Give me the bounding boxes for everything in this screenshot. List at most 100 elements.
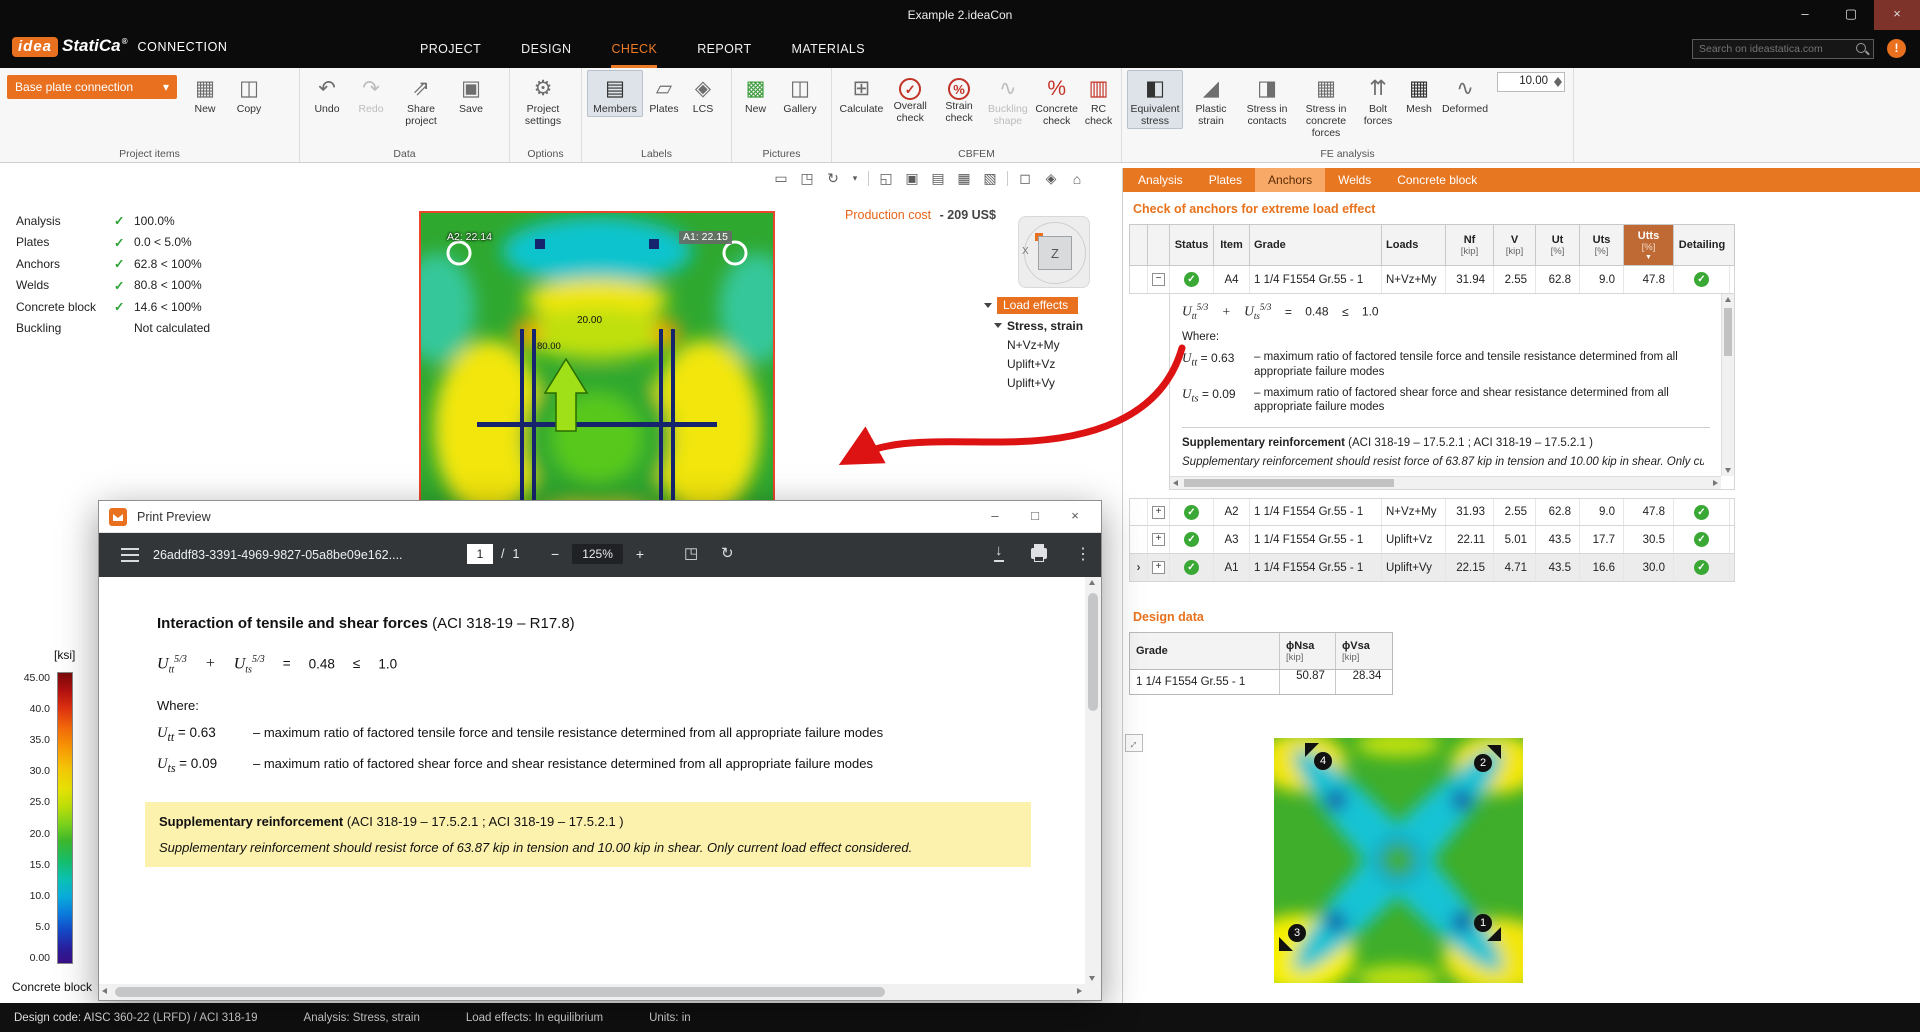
close-button[interactable]: × xyxy=(1055,501,1095,532)
minimize-button[interactable]: – xyxy=(1782,0,1828,30)
clipboard-icon[interactable]: ▧ xyxy=(981,170,999,187)
chevron-down-icon[interactable]: ▾ xyxy=(850,173,860,184)
strain-check-button[interactable]: %Strain check xyxy=(935,70,984,126)
expand-row-button[interactable]: + xyxy=(1152,561,1165,574)
mesh-button[interactable]: ▦Mesh xyxy=(1399,70,1439,117)
scrollbar-thumb[interactable] xyxy=(1184,479,1394,487)
home-view-icon[interactable]: ⌂ xyxy=(1068,171,1086,187)
bolt-forces-button[interactable]: ⇈Bolt forces xyxy=(1357,70,1399,129)
copy-item-button[interactable]: ◫Copy xyxy=(227,70,271,117)
lcs-icon[interactable]: ◈ xyxy=(1042,170,1060,187)
overall-check-button[interactable]: ✓Overall check xyxy=(886,70,935,126)
cube-face-z[interactable]: Z xyxy=(1038,236,1072,270)
expand-row-button[interactable]: + xyxy=(1152,506,1165,519)
menu-icon[interactable] xyxy=(121,548,139,562)
sorted-column-header[interactable]: Utts[%]▼ xyxy=(1624,225,1674,265)
detail-vertical-scrollbar[interactable] xyxy=(1721,294,1734,476)
print-preview-window[interactable]: Print Preview – □ × 26addf83-3391-4969-9… xyxy=(98,500,1102,1001)
scroll-down-icon[interactable] xyxy=(1089,976,1095,981)
gallery-button[interactable]: ◫Gallery xyxy=(774,70,826,117)
concrete-stress-plot[interactable]: 4 2 3 1 xyxy=(1274,738,1523,983)
rotate-icon[interactable]: ↻ xyxy=(721,544,734,562)
page-number-input[interactable] xyxy=(467,544,493,564)
save-button[interactable]: ▣Save xyxy=(449,70,493,117)
tab-concrete-block[interactable]: Concrete block xyxy=(1384,168,1490,192)
menu-tab-check[interactable]: CHECK xyxy=(611,30,657,68)
expand-row-button[interactable]: + xyxy=(1152,533,1165,546)
search-input[interactable] xyxy=(1693,43,1855,55)
scroll-left-icon[interactable] xyxy=(1173,480,1178,486)
copy-picture-icon[interactable]: ▣ xyxy=(903,170,921,187)
concrete-check-button[interactable]: %Concrete check xyxy=(1032,70,1081,129)
spinner-down-icon[interactable] xyxy=(1554,82,1562,87)
scroll-right-icon[interactable] xyxy=(1077,988,1082,994)
share-project-button[interactable]: ⇗Share project xyxy=(393,70,449,129)
fit-page-icon[interactable]: ◳ xyxy=(684,544,698,562)
tree-node-load-effects[interactable]: Load effects xyxy=(984,296,1134,315)
scroll-up-icon[interactable] xyxy=(1725,297,1731,302)
tab-welds[interactable]: Welds xyxy=(1325,168,1384,192)
redo-button[interactable]: ↷Redo xyxy=(349,70,393,117)
scroll-up-icon[interactable] xyxy=(1089,580,1095,585)
plates-toggle-button[interactable]: ▱Plates xyxy=(643,70,685,117)
pdf-vertical-scrollbar[interactable] xyxy=(1085,577,1101,984)
deformed-scale-spinner[interactable]: 10.00 xyxy=(1497,72,1565,92)
display-options-icon[interactable]: ◻ xyxy=(1016,170,1034,187)
copy-picture-icon[interactable]: ▤ xyxy=(929,170,947,187)
scrollbar-thumb[interactable] xyxy=(1724,308,1732,356)
tree-item-load-case[interactable]: Uplift+Vy xyxy=(984,374,1134,393)
menu-tab-materials[interactable]: MATERIALS xyxy=(792,30,866,68)
stress-in-concrete-button[interactable]: ▦Stress in concrete forces xyxy=(1295,70,1357,140)
table-row-a3[interactable]: + A3 1 1/4 F1554 Gr.55 - 1 Uplift+Vz 22.… xyxy=(1129,526,1735,554)
plastic-strain-button[interactable]: ◢Plastic strain xyxy=(1183,70,1239,129)
search-box[interactable] xyxy=(1692,39,1874,59)
more-options-icon[interactable]: ⋮ xyxy=(1075,544,1091,564)
scroll-down-icon[interactable] xyxy=(1725,468,1731,473)
members-toggle-button[interactable]: ▤Members xyxy=(587,70,643,117)
close-button[interactable]: × xyxy=(1874,0,1920,30)
menu-tab-report[interactable]: REPORT xyxy=(697,30,751,68)
connection-type-dropdown[interactable]: Base plate connection ▾ xyxy=(7,75,177,99)
navigation-cube[interactable]: Z X xyxy=(1018,216,1090,288)
tab-analysis[interactable]: Analysis xyxy=(1125,168,1196,192)
rotate-view-icon[interactable]: ↻ xyxy=(824,170,842,187)
scrollbar-thumb[interactable] xyxy=(1088,593,1098,711)
table-row-a1-selected[interactable]: › + A1 1 1/4 F1554 Gr.55 - 1 Uplift+Vy 2… xyxy=(1129,554,1735,582)
table-row-a4[interactable]: − A4 1 1/4 F1554 Gr.55 - 1 N+Vz+My 31.94… xyxy=(1129,266,1735,294)
deformed-button[interactable]: ∿Deformed xyxy=(1439,70,1491,117)
picture-new-button[interactable]: ▩New xyxy=(737,70,774,117)
pdf-horizontal-scrollbar[interactable] xyxy=(99,984,1085,1000)
calculate-button[interactable]: ⊞Calculate xyxy=(837,70,886,117)
info-button[interactable]: ! xyxy=(1887,39,1906,58)
collapse-row-button[interactable]: − xyxy=(1152,273,1165,286)
fit-view-icon[interactable]: ◳ xyxy=(798,170,816,187)
scroll-right-icon[interactable] xyxy=(1713,480,1718,486)
project-settings-button[interactable]: ⚙Project settings xyxy=(515,70,571,129)
minimize-button[interactable]: – xyxy=(975,501,1015,532)
zoom-out-button[interactable]: − xyxy=(551,546,559,562)
tree-item-load-case[interactable]: Uplift+Vz xyxy=(984,355,1134,374)
tree-node-stress-strain[interactable]: Stress, strain xyxy=(984,316,1134,335)
measure-icon[interactable]: ▭ xyxy=(772,170,790,187)
equivalent-stress-button[interactable]: ◧Equivalent stress xyxy=(1127,70,1183,129)
undo-button[interactable]: ↶Undo xyxy=(305,70,349,117)
section-crop-icon[interactable]: ◱ xyxy=(877,170,895,187)
menu-tab-design[interactable]: DESIGN xyxy=(521,30,571,68)
tab-plates[interactable]: Plates xyxy=(1196,168,1255,192)
zoom-in-button[interactable]: + xyxy=(636,546,644,562)
zoom-level[interactable]: 125% xyxy=(572,544,623,564)
tree-item-load-case[interactable]: N+Vz+My xyxy=(984,336,1134,355)
scrollbar-thumb[interactable] xyxy=(115,987,885,997)
tab-anchors[interactable]: Anchors xyxy=(1255,168,1325,192)
stress-in-contacts-button[interactable]: ◨Stress in contacts xyxy=(1239,70,1295,129)
buckling-shape-button[interactable]: ∿Buckling shape xyxy=(983,70,1032,129)
maximize-button[interactable]: □ xyxy=(1015,501,1055,532)
table-row-a2[interactable]: + A2 1 1/4 F1554 Gr.55 - 1 N+Vz+My 31.93… xyxy=(1129,498,1735,526)
detail-horizontal-scrollbar[interactable] xyxy=(1170,476,1721,489)
pane-splitter-handle[interactable]: ↕ xyxy=(1125,734,1143,752)
menu-tab-project[interactable]: PROJECT xyxy=(420,30,481,68)
maximize-button[interactable]: ▢ xyxy=(1828,0,1874,30)
copy-picture-icon[interactable]: ▦ xyxy=(955,170,973,187)
scroll-left-icon[interactable] xyxy=(102,988,107,994)
new-item-button[interactable]: ▦New xyxy=(183,70,227,117)
